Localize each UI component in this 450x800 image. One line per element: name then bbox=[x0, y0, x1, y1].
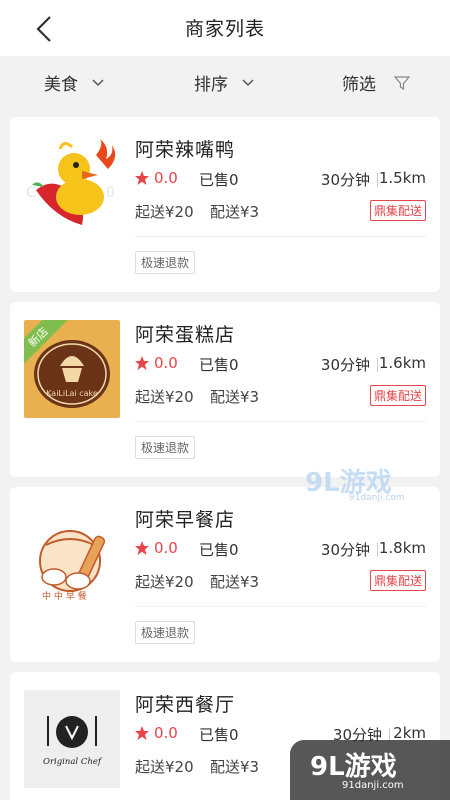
store-distance: 1.6km bbox=[378, 354, 426, 372]
refund-tag: 极速退款 bbox=[135, 621, 196, 644]
separator bbox=[377, 173, 378, 187]
delivery-fee: 配送¥3 bbox=[210, 758, 260, 776]
separator bbox=[377, 543, 378, 557]
category-filter[interactable]: 美食 bbox=[44, 70, 104, 95]
sort-filter-label: 排序 bbox=[194, 75, 228, 95]
store-distance: 1.5km bbox=[378, 169, 426, 187]
filter-bar: 美食 排序 筛选 bbox=[0, 56, 450, 108]
screen-filter-label: 筛选 bbox=[342, 75, 376, 95]
refund-tag: 极速退款 bbox=[135, 251, 196, 274]
star-icon bbox=[135, 171, 149, 185]
sort-filter[interactable]: 排序 bbox=[194, 70, 254, 95]
delivery-time: 30分钟 bbox=[320, 171, 370, 189]
screen-filter[interactable]: 筛选 bbox=[342, 70, 410, 95]
store-sold-count: 已售0 bbox=[199, 541, 239, 559]
store-name: 阿荣西餐厅 bbox=[135, 694, 236, 716]
corner-watermark: 9L游戏 91danji.com bbox=[290, 740, 450, 800]
store-card[interactable]: C 0 阿荣辣嘴鸭 0.0 已售0 30分钟 1.5km 起送¥20 配送¥3 … bbox=[10, 117, 440, 292]
delivery-badge: 鼎集配送 bbox=[369, 385, 426, 406]
store-name: 阿荣蛋糕店 bbox=[135, 324, 236, 346]
store-distance: 1.8km bbox=[378, 539, 426, 557]
delivery-time: 30分钟 bbox=[320, 356, 370, 374]
watermark-site: 91danji.com bbox=[349, 493, 405, 503]
store-rating: 0.0 bbox=[154, 354, 178, 372]
store-sold-count: 已售0 bbox=[199, 726, 239, 744]
store-rating: 0.0 bbox=[154, 169, 178, 187]
chevron-down-icon bbox=[92, 78, 104, 86]
separator bbox=[377, 358, 378, 372]
minimum-order: 起送¥20 bbox=[135, 758, 194, 776]
store-logo: KaiLiLai cake 新店 bbox=[24, 320, 120, 418]
svg-text:C: C bbox=[26, 185, 36, 201]
divider bbox=[135, 421, 426, 422]
delivery-badge: 鼎集配送 bbox=[369, 200, 426, 221]
star-icon bbox=[135, 356, 149, 370]
delivery-fee: 配送¥3 bbox=[210, 203, 260, 221]
star-icon bbox=[135, 726, 149, 740]
delivery-time: 30分钟 bbox=[320, 541, 370, 559]
refund-tag: 极速退款 bbox=[135, 436, 196, 459]
store-logo: C 0 bbox=[24, 135, 120, 233]
delivery-fee: 配送¥3 bbox=[210, 573, 260, 591]
divider bbox=[135, 236, 426, 237]
watermark-site: 91danji.com bbox=[342, 780, 404, 791]
divider bbox=[135, 606, 426, 607]
store-card[interactable]: KaiLiLai cake 新店 阿荣蛋糕店 0.0 已售0 30分钟 1.6k… bbox=[10, 302, 440, 477]
store-logo: Original Chef bbox=[24, 690, 120, 788]
store-name: 阿荣辣嘴鸭 bbox=[135, 139, 236, 161]
svg-text:中 中 早 餐: 中 中 早 餐 bbox=[42, 590, 87, 602]
star-icon bbox=[135, 541, 149, 555]
cake-logo-text: KaiLiLai cake bbox=[46, 389, 98, 398]
chef-logo-text: Original Chef bbox=[43, 757, 103, 767]
funnel-icon bbox=[394, 75, 410, 90]
minimum-order: 起送¥20 bbox=[135, 388, 194, 406]
svg-text:0: 0 bbox=[106, 185, 115, 201]
store-rating: 0.0 bbox=[154, 724, 178, 742]
store-rating: 0.0 bbox=[154, 539, 178, 557]
store-sold-count: 已售0 bbox=[199, 171, 239, 189]
delivery-badge: 鼎集配送 bbox=[369, 570, 426, 591]
chevron-down-icon bbox=[242, 78, 254, 86]
store-card[interactable]: 中 中 早 餐 阿荣早餐店 0.0 已售0 30分钟 1.8km 起送¥20 配… bbox=[10, 487, 440, 662]
page-title: 商家列表 bbox=[184, 18, 265, 40]
nav-bar: 商家列表 bbox=[0, 0, 450, 56]
minimum-order: 起送¥20 bbox=[135, 573, 194, 591]
delivery-fee: 配送¥3 bbox=[210, 388, 260, 406]
watermark-logo: 9L游戏 bbox=[310, 752, 397, 782]
minimum-order: 起送¥20 bbox=[135, 203, 194, 221]
store-logo: 中 中 早 餐 bbox=[24, 505, 120, 603]
category-filter-label: 美食 bbox=[44, 75, 78, 95]
store-name: 阿荣早餐店 bbox=[135, 509, 236, 531]
watermark: 9L游戏 91danji.com bbox=[305, 462, 404, 503]
store-sold-count: 已售0 bbox=[199, 356, 239, 374]
